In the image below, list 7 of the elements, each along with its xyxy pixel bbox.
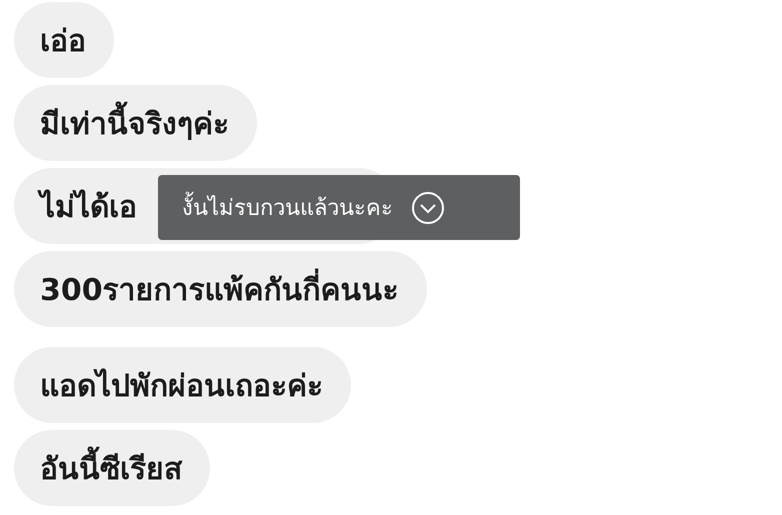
message-bubble: มีเท่านี้จริงๆค่ะ — [14, 85, 257, 161]
message-bubble: เอ่อ — [14, 2, 114, 78]
message-bubble: อันนี้ซีเรียส — [14, 430, 210, 506]
chevron-down-icon[interactable] — [411, 190, 445, 224]
tooltip-text: งั้นไม่รบกวนแล้วนะคะ — [182, 190, 393, 225]
message-bubble: 300รายการแพ้คกันกี่คนนะ — [14, 251, 427, 327]
message-bubble: แอดไปพักผ่อนเถอะค่ะ — [14, 347, 351, 423]
